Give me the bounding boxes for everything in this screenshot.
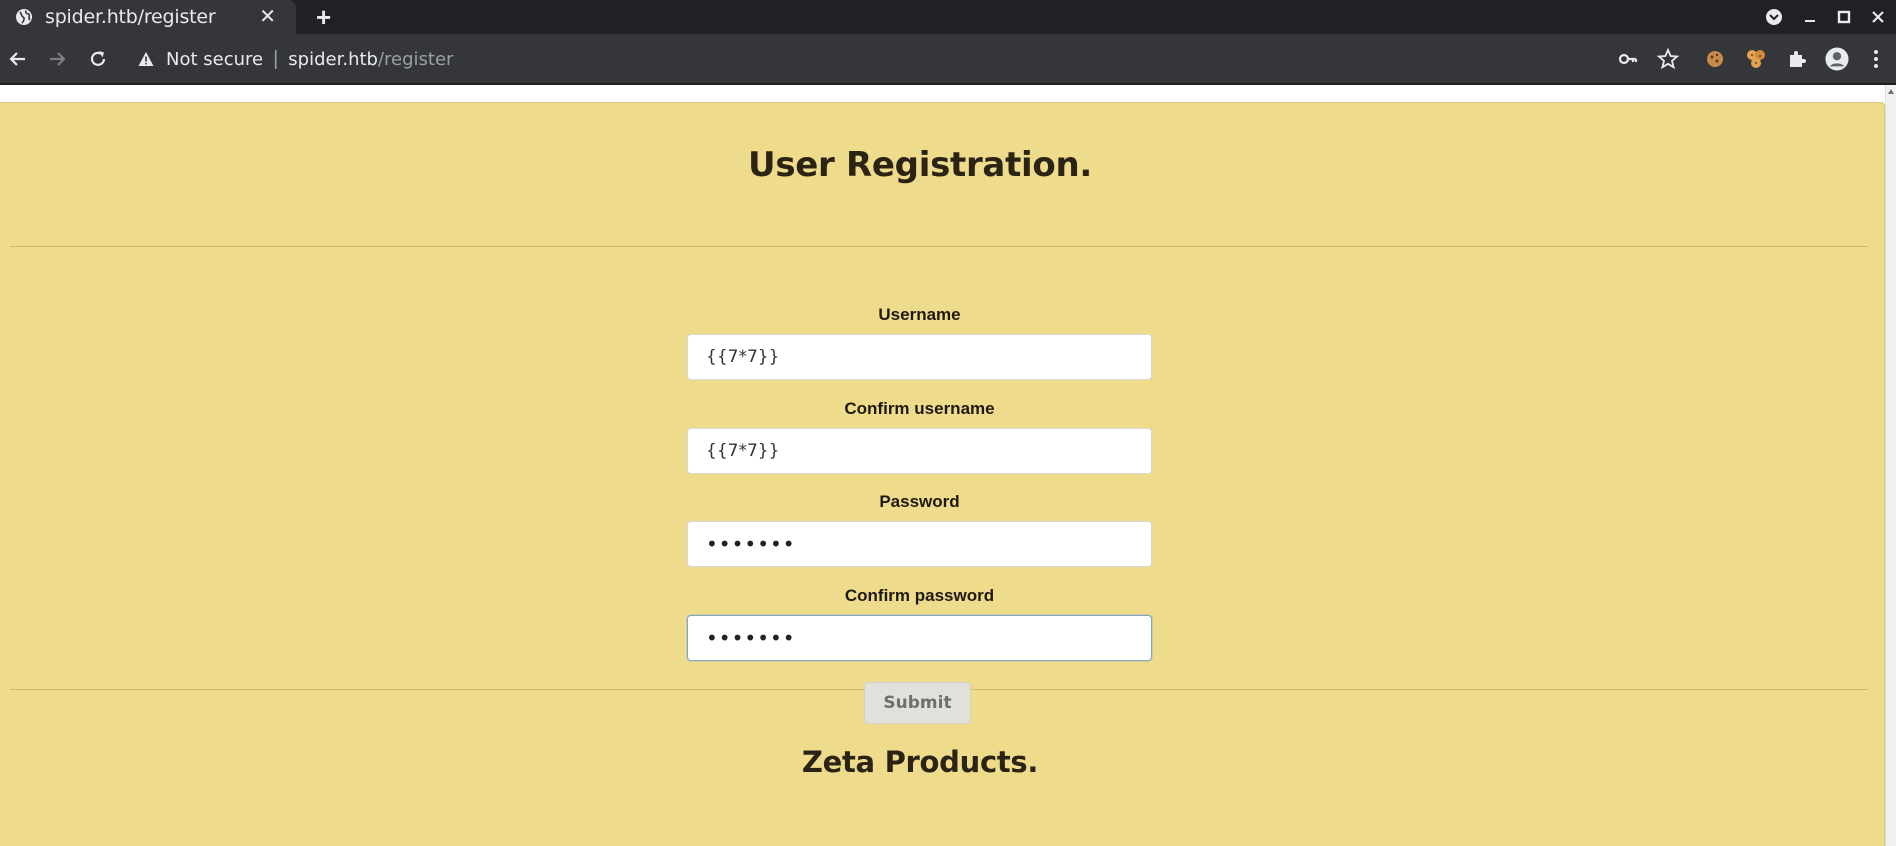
- omnibox-divider: |: [273, 47, 279, 70]
- forward-icon[interactable]: [46, 48, 68, 70]
- menu-kebab-icon[interactable]: [1864, 47, 1888, 71]
- new-tab-icon[interactable]: +: [316, 4, 331, 30]
- back-icon[interactable]: [7, 48, 29, 70]
- bookmark-star-icon[interactable]: [1656, 47, 1680, 71]
- scroll-up-arrow-icon[interactable]: [1888, 89, 1894, 94]
- tab-title: spider.htb/register: [45, 6, 216, 28]
- page-title: User Registration.: [748, 145, 1092, 185]
- globe-icon: [16, 9, 32, 25]
- security-status[interactable]: Not secure: [166, 49, 263, 70]
- confirm-password-label: Confirm password: [844, 586, 995, 605]
- browser-toolbar: Not secure | spider.htb/register: [0, 34, 1896, 84]
- submit-button[interactable]: Submit: [864, 682, 971, 724]
- confirm-username-label: Confirm username: [844, 399, 995, 418]
- key-icon[interactable]: [1616, 47, 1640, 71]
- profile-avatar-icon[interactable]: [1825, 47, 1849, 71]
- warning-icon[interactable]: [138, 51, 154, 67]
- page-viewport: User Registration. Username {{7*7}} Conf…: [0, 85, 1896, 846]
- top-divider: [10, 246, 1868, 247]
- cookie-extension-icon[interactable]: [1703, 47, 1727, 71]
- browser-tab[interactable]: spider.htb/register ✕: [0, 0, 296, 34]
- tab-search-icon[interactable]: [1762, 6, 1786, 28]
- extensions-puzzle-icon[interactable]: [1785, 47, 1809, 71]
- password-input[interactable]: •••••••: [687, 521, 1152, 567]
- confirm-username-input[interactable]: {{7*7}}: [687, 428, 1152, 474]
- registration-panel: User Registration. Username {{7*7}} Conf…: [0, 102, 1885, 846]
- vertical-scrollbar[interactable]: [1885, 85, 1896, 846]
- url-path: /register: [377, 48, 454, 70]
- cookies-extension-icon[interactable]: [1744, 47, 1768, 71]
- password-label: Password: [879, 492, 960, 511]
- footer-title: Zeta Products.: [801, 745, 1039, 779]
- close-window-icon[interactable]: [1866, 6, 1890, 28]
- confirm-password-input[interactable]: •••••••: [687, 615, 1152, 661]
- minimize-icon[interactable]: [1798, 6, 1822, 28]
- url-host: spider.htb: [288, 48, 378, 70]
- tab-strip: spider.htb/register ✕ +: [0, 0, 1896, 34]
- reload-icon[interactable]: [87, 48, 109, 70]
- username-label: Username: [878, 305, 961, 324]
- username-input[interactable]: {{7*7}}: [687, 334, 1152, 380]
- close-tab-icon[interactable]: ✕: [259, 6, 276, 28]
- address-bar[interactable]: Not secure | spider.htb/register: [128, 40, 1668, 78]
- maximize-icon[interactable]: [1832, 6, 1856, 28]
